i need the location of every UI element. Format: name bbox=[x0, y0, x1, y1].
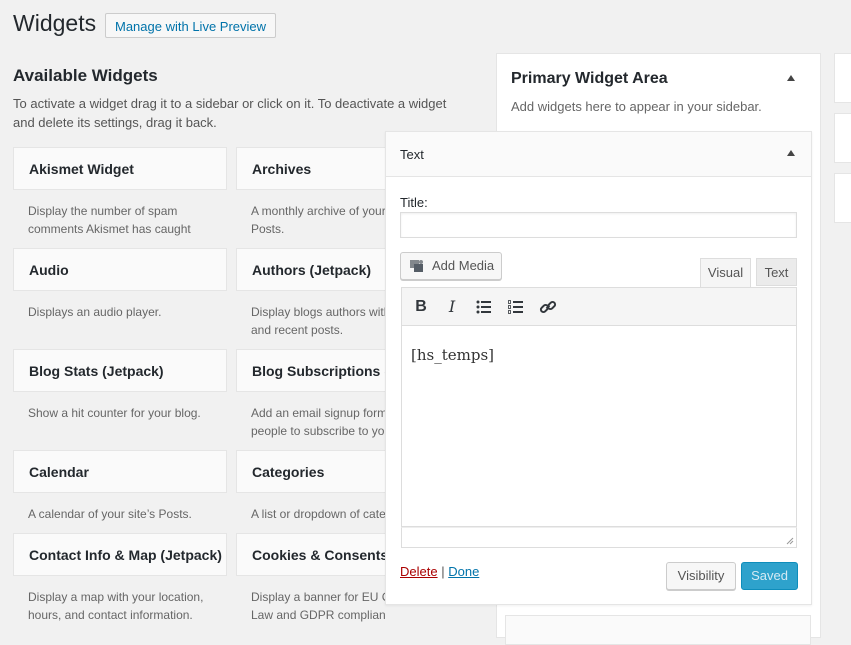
widget-description: A monthly archive of your Posts. bbox=[251, 204, 385, 236]
editor-content: [hs_temps] bbox=[411, 346, 494, 364]
sidebar-panel-edge[interactable] bbox=[834, 173, 851, 223]
title-label: Title: bbox=[400, 195, 428, 210]
widget-description: Display the number of spam comments Akism… bbox=[28, 204, 191, 236]
add-media-label: Add Media bbox=[432, 258, 495, 273]
widget-title: Akismet Widget bbox=[29, 161, 134, 177]
tab-visual[interactable]: Visual bbox=[700, 258, 751, 287]
widget-audio[interactable]: Audio bbox=[13, 248, 227, 291]
available-widgets-title: Available Widgets bbox=[13, 66, 158, 85]
sidebar-panel-edge[interactable] bbox=[834, 53, 851, 103]
widget-description: Display a banner for EU CookieLaw and GD… bbox=[251, 590, 385, 622]
widget-description: Show a hit counter for your blog. bbox=[28, 406, 201, 420]
widget-description: Display blogs authors with and recent pos… bbox=[251, 305, 385, 337]
widget-description: A list or dropdown of categories bbox=[251, 507, 385, 521]
widget-actions: Delete | Done bbox=[400, 564, 479, 579]
page-title: Widgets bbox=[13, 10, 97, 36]
widget-title: Blog Stats (Jetpack) bbox=[29, 363, 164, 379]
bold-icon[interactable]: B bbox=[411, 297, 431, 317]
widget-akismet[interactable]: Akismet Widget bbox=[13, 147, 227, 190]
italic-icon[interactable]: I bbox=[442, 297, 462, 317]
tab-text[interactable]: Text bbox=[756, 258, 797, 286]
widget-description: A calendar of your site’s Posts. bbox=[28, 507, 192, 521]
widget-description: Displays an audio player. bbox=[28, 305, 162, 319]
widget-description: Display a map with your location, hours, … bbox=[28, 590, 204, 622]
widget-calendar[interactable]: Calendar bbox=[13, 450, 227, 493]
widget-title: Audio bbox=[29, 262, 69, 278]
bullet-list-icon[interactable] bbox=[474, 297, 494, 317]
widget-title: Contact Info & Map (Jetpack) bbox=[29, 547, 222, 563]
editor-toolbar: B I bbox=[401, 287, 797, 326]
widget-title: Calendar bbox=[29, 464, 89, 480]
numbered-list-icon[interactable] bbox=[506, 297, 526, 317]
widget-placeholder bbox=[505, 615, 811, 645]
visibility-button[interactable]: Visibility bbox=[666, 562, 736, 590]
widget-description: Add an email signup form people to subscr… bbox=[251, 406, 385, 438]
editor-content-area[interactable]: [hs_temps] bbox=[401, 326, 797, 527]
link-icon[interactable] bbox=[538, 297, 558, 317]
action-separator: | bbox=[441, 564, 445, 579]
editor-statusbar bbox=[401, 527, 797, 548]
text-widget-header[interactable] bbox=[386, 132, 811, 177]
available-widgets-description: To activate a widget drag it to a sideba… bbox=[13, 96, 447, 130]
widget-blog-stats[interactable]: Blog Stats (Jetpack) bbox=[13, 349, 227, 392]
done-link[interactable]: Done bbox=[448, 564, 479, 579]
primary-widget-area-description: Add widgets here to appear in your sideb… bbox=[511, 99, 762, 114]
widget-title: Categories bbox=[252, 464, 325, 480]
saved-button[interactable]: Saved bbox=[741, 562, 798, 590]
collapse-arrow-icon[interactable] bbox=[787, 150, 795, 156]
manage-live-preview-button[interactable]: Manage with Live Preview bbox=[105, 13, 277, 38]
widget-contact-info[interactable]: Contact Info & Map (Jetpack) bbox=[13, 533, 227, 576]
title-input[interactable] bbox=[400, 212, 797, 238]
delete-link[interactable]: Delete bbox=[400, 564, 438, 579]
text-widget-header-title: Text bbox=[400, 147, 424, 162]
collapse-arrow-icon[interactable] bbox=[787, 75, 795, 81]
resize-handle-icon[interactable] bbox=[784, 535, 794, 545]
sidebar-panel-edge[interactable] bbox=[834, 113, 851, 163]
widget-title: Authors (Jetpack) bbox=[252, 262, 372, 278]
primary-widget-area-title: Primary Widget Area bbox=[511, 70, 668, 87]
add-media-icon bbox=[410, 260, 423, 272]
widget-title: Archives bbox=[252, 161, 312, 177]
add-media-button[interactable]: Add Media bbox=[400, 252, 502, 280]
